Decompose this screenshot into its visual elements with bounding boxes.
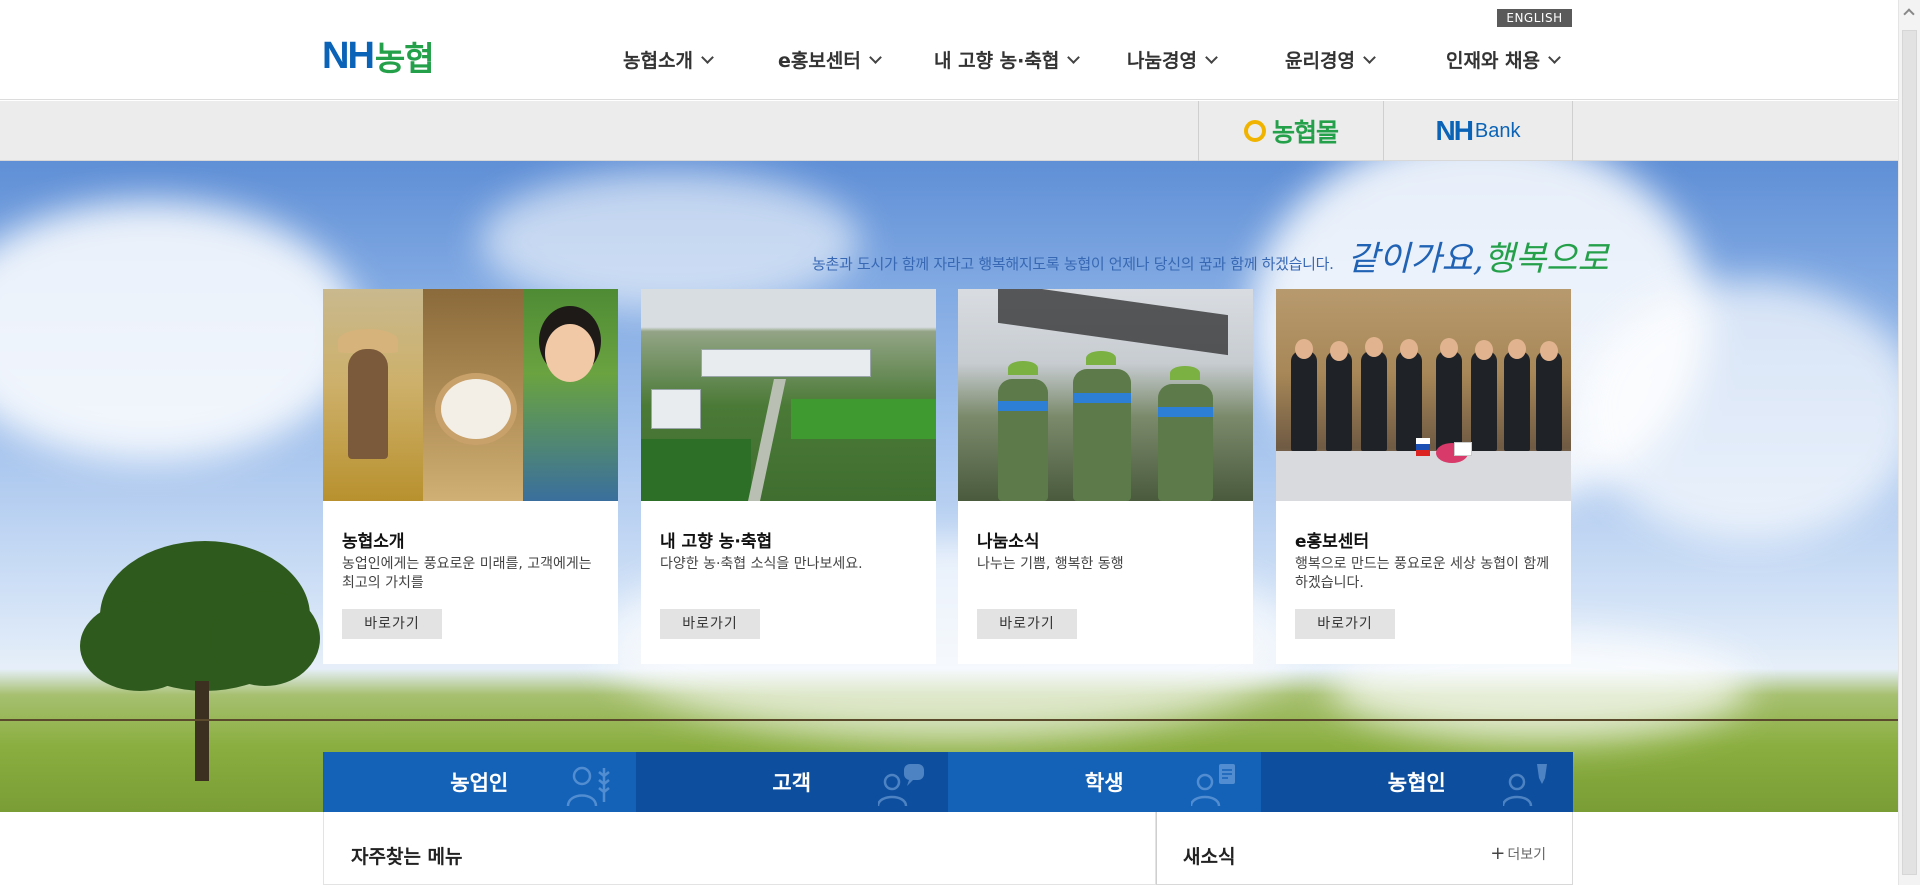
- card-go-button[interactable]: 바로가기: [342, 609, 442, 639]
- card-image-farmer-rice-child: [323, 289, 618, 501]
- card-sharing-news[interactable]: 나눔소식 나누는 기쁨, 행복한 동행 바로가기: [958, 289, 1253, 664]
- mall-label: 농협몰: [1271, 118, 1339, 147]
- nav-item-sharing[interactable]: 나눔경영: [1127, 46, 1218, 73]
- nav-label: 윤리경영: [1285, 50, 1355, 72]
- farmer-wheat-icon: [566, 766, 610, 806]
- tree-decor: [80, 601, 200, 691]
- student-book-icon: [1190, 764, 1235, 806]
- slogan-text: 농촌과 도시가 함께 자라고 행복해지도록 농협이 언제나 당신의 꿈과 함께 …: [812, 255, 1334, 273]
- fence-decor: [0, 719, 1898, 721]
- nav-item-about[interactable]: 농협소개: [623, 46, 714, 73]
- card-pr-center[interactable]: e홍보센터 행복으로 만드는 풍요로운 세상 농협이 함께 하겠습니다. 바로가…: [1276, 289, 1571, 664]
- nav-item-recruit[interactable]: 인재와 채용: [1446, 46, 1561, 73]
- card-desc: 농업인에게는 풍요로운 미래를, 고객에게는 최고의 가치를: [342, 556, 592, 591]
- chevron-down-icon: [1067, 50, 1081, 64]
- top-header: ENGLISH NH 농협 농협소개 e홍보센터 내 고향 농·축협 나눔경영 …: [0, 0, 1898, 100]
- nav-item-ethics[interactable]: 윤리경영: [1285, 46, 1376, 73]
- english-button[interactable]: ENGLISH: [1497, 9, 1572, 27]
- news-panel: 새소식 + 더보기: [1156, 812, 1573, 885]
- more-label: 더보기: [1507, 847, 1546, 863]
- tab-student[interactable]: 학생: [948, 752, 1261, 812]
- faq-menu-title: 자주찾는 메뉴: [351, 846, 463, 868]
- chevron-down-icon: [868, 50, 882, 64]
- role-tabs: 농업인 고객 학생 농협인: [323, 752, 1573, 812]
- bank-label: Bank: [1474, 119, 1521, 142]
- nav-item-pr-center[interactable]: e홍보센터: [778, 46, 882, 73]
- slogan-script-2: 행복으로: [1483, 239, 1609, 279]
- chevron-down-icon: [1548, 50, 1561, 64]
- tab-label: 학생: [1084, 771, 1124, 795]
- card-go-button[interactable]: 바로가기: [1295, 609, 1395, 639]
- logo-kr-text: 농협: [374, 39, 435, 78]
- news-more-link[interactable]: + 더보기: [1490, 844, 1546, 864]
- card-go-button[interactable]: 바로가기: [660, 609, 760, 639]
- card-title: e홍보센터: [1295, 532, 1370, 552]
- nav-label: 내 고향 농·축협: [934, 50, 1060, 72]
- cloud-decor: [1580, 281, 1898, 541]
- card-desc: 행복으로 만드는 풍요로운 세상 농협이 함께 하겠습니다.: [1295, 556, 1550, 591]
- tab-label: 농업인: [450, 771, 509, 795]
- mall-coin-icon: [1243, 120, 1266, 142]
- plus-icon: +: [1490, 843, 1506, 864]
- card-title: 농협소개: [342, 532, 405, 552]
- tree-trunk: [195, 681, 209, 781]
- nh-bank-link[interactable]: NH Bank: [1383, 101, 1573, 161]
- bank-nh-text: NH: [1435, 115, 1473, 146]
- card-image-volunteers: [958, 289, 1253, 501]
- nav-label: e홍보센터: [778, 50, 861, 72]
- bottom-section: 자주찾는 메뉴 새소식 + 더보기: [323, 812, 1573, 885]
- card-desc: 다양한 농·축협 소식을 만나보세요.: [660, 556, 863, 572]
- quick-links-bar: 농협몰 NH Bank: [0, 101, 1898, 161]
- logo-nh-text: NH: [322, 34, 375, 77]
- scroll-thumb[interactable]: [1902, 30, 1917, 875]
- tab-label: 농협인: [1387, 771, 1446, 795]
- chevron-down-icon: [701, 50, 714, 64]
- nav-label: 나눔경영: [1127, 50, 1197, 72]
- card-about[interactable]: 농협소개 농업인에게는 풍요로운 미래를, 고객에게는 최고의 가치를 바로가기: [323, 289, 618, 664]
- tree-decor: [210, 591, 320, 686]
- tab-label: 고객: [772, 771, 812, 795]
- tab-customer[interactable]: 고객: [635, 752, 948, 812]
- card-desc: 나누는 기쁨, 행복한 동행: [977, 556, 1124, 572]
- nav-label: 농협소개: [623, 50, 693, 72]
- card-image-meeting: [1276, 289, 1571, 501]
- nh-logo[interactable]: NH 농협: [322, 34, 435, 79]
- customer-chat-icon: [878, 764, 924, 806]
- card-go-button[interactable]: 바로가기: [977, 609, 1077, 639]
- card-title: 나눔소식: [977, 532, 1040, 552]
- staff-badge-icon: [1503, 764, 1547, 806]
- card-title: 내 고향 농·축협: [660, 532, 773, 552]
- nav-item-hometown[interactable]: 내 고향 농·축협: [934, 46, 1081, 73]
- nh-mall-link[interactable]: 농협몰: [1198, 101, 1383, 161]
- news-title: 새소식: [1183, 846, 1236, 868]
- hero-slogan: 농촌과 도시가 함께 자라고 행복해지도록 농협이 언제나 당신의 꿈과 함께 …: [812, 231, 1609, 280]
- page-scrollbar[interactable]: [1898, 0, 1920, 885]
- tab-farmer[interactable]: 농업인: [323, 752, 636, 812]
- hero-banner: 농촌과 도시가 함께 자라고 행복해지도록 농협이 언제나 당신의 꿈과 함께 …: [0, 161, 1898, 812]
- card-image-facility-aerial: [641, 289, 936, 501]
- chevron-down-icon: [1205, 50, 1218, 64]
- card-hometown[interactable]: 내 고향 농·축협 다양한 농·축협 소식을 만나보세요. 바로가기: [641, 289, 936, 664]
- slogan-script-1: 같이가요,: [1347, 239, 1484, 279]
- chevron-down-icon: [1363, 50, 1376, 64]
- scroll-up-icon[interactable]: [1903, 8, 1915, 20]
- faq-menu-panel: 자주찾는 메뉴: [323, 812, 1156, 885]
- nav-label: 인재와 채용: [1446, 50, 1541, 72]
- cloud-decor: [0, 201, 360, 461]
- tab-nh-staff[interactable]: 농협인: [1260, 752, 1573, 812]
